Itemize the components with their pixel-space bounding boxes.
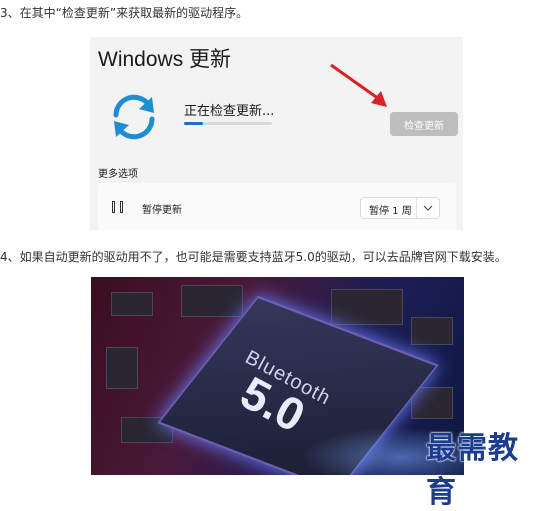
checking-status: 正在检查更新...	[184, 104, 275, 119]
page-title: Windows 更新	[98, 48, 232, 71]
step-3-instruction: 3、在其中“检查更新”来获取最新的驱动程序。	[0, 6, 249, 20]
bluetooth-chip-image: Bluetooth 5.0	[91, 277, 464, 475]
red-arrow-annotation	[330, 63, 387, 107]
pause-updates-row: 暂停更新 暂停 1 周	[98, 183, 456, 230]
progress-fill	[184, 122, 204, 125]
windows-update-screenshot: Windows 更新 正在检查更新... 检查更新 更多选项 暂停更新 暂停 1…	[90, 37, 463, 230]
pause-icon	[112, 201, 126, 213]
chevron-down-icon	[416, 198, 433, 218]
sync-icon	[113, 94, 155, 140]
pause-duration-value: 暂停 1 周	[369, 206, 412, 217]
more-options-label: 更多选项	[98, 169, 138, 180]
progress-bar	[184, 122, 272, 125]
pause-duration-dropdown[interactable]: 暂停 1 周	[360, 197, 440, 219]
pause-updates-label: 暂停更新	[142, 205, 182, 216]
step-4-instruction: 4、如果自动更新的驱动用不了，也可能是需要支持蓝牙5.0的驱动，可以去品牌官网下…	[0, 250, 507, 264]
check-updates-button[interactable]: 检查更新	[390, 112, 458, 136]
watermark-logo: 最需教育	[426, 431, 519, 510]
